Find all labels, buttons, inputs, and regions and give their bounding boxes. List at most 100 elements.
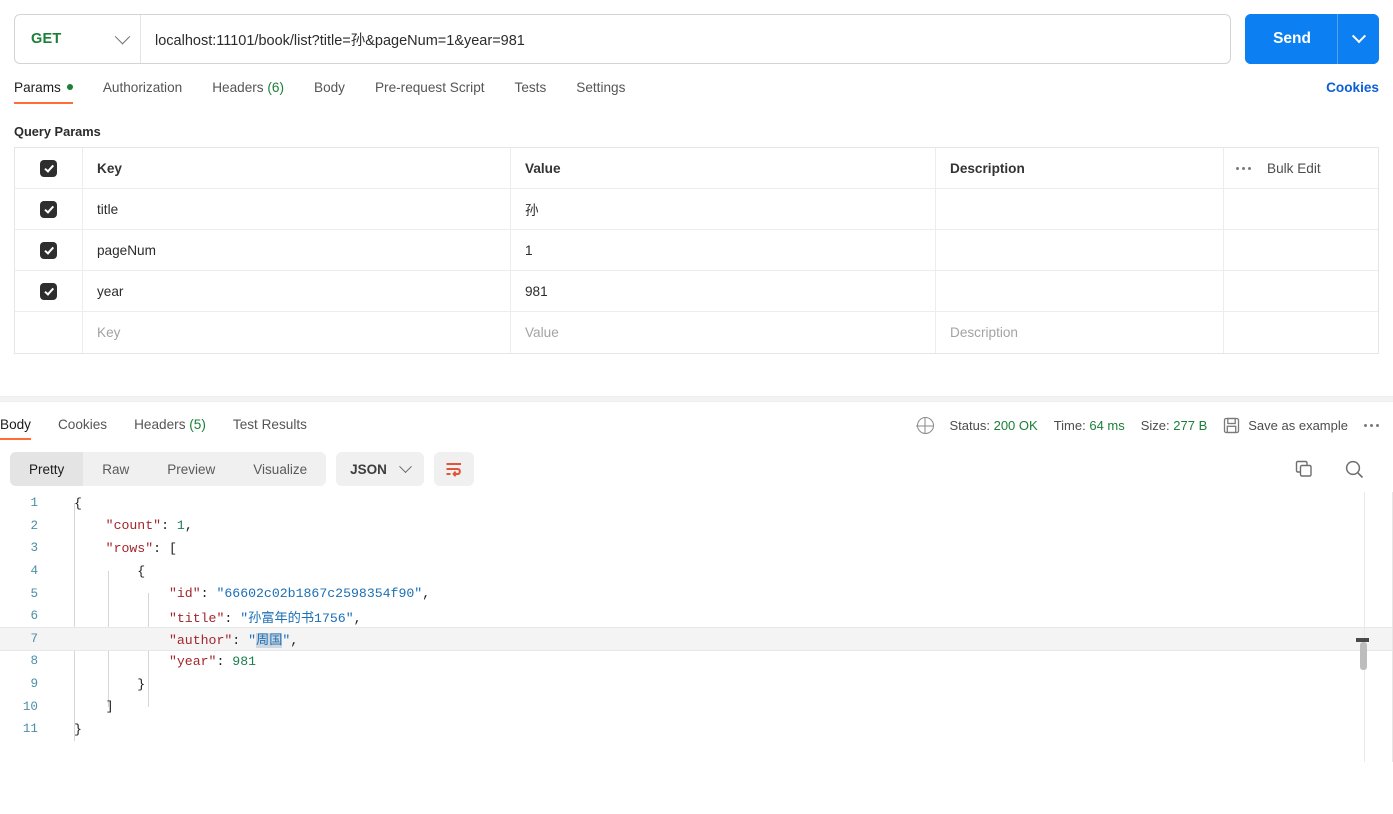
param-key-input[interactable]: title [82,189,510,229]
line-number: 5 [30,586,38,601]
param-description-input[interactable] [935,271,1223,311]
bulk-edit-button[interactable]: Bulk Edit [1267,161,1321,176]
table-row: year 981 [15,271,1378,312]
row-actions [1223,312,1378,353]
param-description-input[interactable] [935,230,1223,270]
time-value: 64 ms [1089,418,1125,433]
row-select-cell [15,271,82,311]
param-key-input[interactable]: pageNum [82,230,510,270]
code-token: "count" [105,518,162,534]
view-mode-raw[interactable]: Raw [83,452,148,486]
line-number: 4 [30,564,38,579]
view-mode-visualize[interactable]: Visualize [234,452,326,486]
word-wrap-toggle[interactable] [433,452,474,486]
save-as-example-button[interactable]: Save as example [1223,417,1348,434]
code-token: : [161,518,177,534]
status-label: Status: [949,418,990,433]
cookies-link[interactable]: Cookies [1326,80,1379,95]
response-tab-cookies[interactable]: Cookies [58,417,107,440]
table-row: pageNum 1 [15,230,1378,271]
tab-settings-label: Settings [576,80,626,95]
save-as-example-label: Save as example [1248,418,1348,433]
new-param-key-input[interactable]: Key [82,312,510,353]
code-token: : [200,586,217,602]
send-options-button[interactable] [1337,14,1379,64]
code-token: { [74,495,82,511]
code-line: 11} [0,718,1393,741]
code-line: 3 "rows": [ [0,537,1393,560]
request-tabs: Params Authorization Headers (6) Body Pr… [0,80,1393,114]
network-globe-icon [916,417,934,434]
row-select-cell [15,230,82,270]
search-icon[interactable] [1344,459,1365,480]
send-button[interactable]: Send [1245,14,1337,64]
tab-pre-request-script[interactable]: Pre-request Script [375,80,485,104]
tab-headers-count: (6) [267,80,284,95]
new-param-description-input[interactable]: Description [935,312,1223,353]
param-value-input[interactable]: 1 [510,230,935,270]
more-options-icon[interactable] [1236,166,1251,170]
check-icon [44,203,55,214]
size-label: Size: [1140,418,1170,433]
row-checkbox[interactable] [40,200,57,218]
copy-icon[interactable] [1294,459,1314,479]
response-meta: Status: 200 OK Time: 64 ms Size: 277 B S… [916,417,1379,440]
code-token: , [353,610,362,626]
view-mode-pretty[interactable]: Pretty [10,452,84,486]
param-description-input[interactable] [935,189,1223,229]
editor-scrollbar-thumb[interactable] [1360,642,1367,670]
response-tab-body-label: Body [0,417,31,432]
response-tab-body[interactable]: Body [0,417,31,440]
tab-params[interactable]: Params [14,80,73,104]
response-body-editor[interactable]: 1{2 "count": 1, 3 "rows": [ 4 {5 "id": "66… [0,492,1393,762]
query-params-title: Query Params [14,124,101,139]
code-token: "孙富年的书1756" [240,610,354,626]
line-number: 11 [22,722,38,737]
response-more-options-icon[interactable] [1364,424,1379,427]
code-token: : [232,633,249,649]
param-value-input[interactable]: 孙 [510,189,935,229]
code-line-text: "count": 1, [52,518,193,533]
code-token: : [224,610,241,626]
code-line: 1{ [0,492,1393,515]
row-checkbox[interactable] [40,241,57,259]
code-line: 2 "count": 1, [0,515,1393,538]
row-actions [1223,189,1378,229]
code-token: 周国 [256,633,283,649]
code-lines: 1{2 "count": 1, 3 "rows": [ 4 {5 "id": "66… [0,492,1393,741]
tab-headers[interactable]: Headers (6) [212,80,284,104]
tab-pre-request-script-label: Pre-request Script [374,80,485,95]
response-tab-headers[interactable]: Headers (5) [134,417,206,440]
url-input[interactable] [141,15,1231,63]
editor-scrollbar-track[interactable] [1364,492,1365,762]
code-token: "year" [168,653,217,669]
response-tab-headers-label: Headers [134,417,186,432]
code-line-text: "id": "66602c02b1867c2598354f90", [52,586,430,601]
tab-authorization-label: Authorization [102,80,183,95]
view-mode-preview[interactable]: Preview [148,452,234,486]
send-group: Send [1245,14,1379,64]
tab-body[interactable]: Body [314,80,345,104]
param-value-input[interactable]: 981 [510,271,935,311]
table-header-row: Key Value Description Bulk Edit [15,148,1378,189]
http-method-selector[interactable]: GET [15,15,141,63]
param-key-input[interactable]: year [82,271,510,311]
row-checkbox[interactable] [40,282,57,300]
response-header: Body Cookies Headers (5) Test Results St… [0,402,1393,442]
tab-tests[interactable]: Tests [515,80,547,104]
size-readout: Size: 277 B [1141,418,1208,433]
new-param-value-input[interactable]: Value [510,312,935,353]
check-icon [44,162,55,173]
code-token: } [74,721,82,737]
tab-authorization[interactable]: Authorization [103,80,182,104]
tab-settings[interactable]: Settings [576,80,625,104]
chevron-down-icon [114,28,131,44]
response-format-selector[interactable]: JSON [336,452,424,486]
response-tab-test-results[interactable]: Test Results [233,417,307,440]
code-token: : [216,653,233,669]
code-token: "author" [168,633,233,649]
response-tab-test-results-label: Test Results [232,417,307,432]
status-readout: Status: 200 OK [950,418,1038,433]
select-all-checkbox[interactable] [40,159,57,177]
